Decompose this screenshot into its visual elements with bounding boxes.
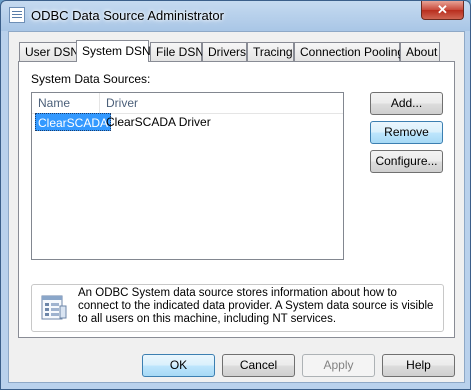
column-header-driver[interactable]: Driver (100, 93, 343, 113)
list-item[interactable]: ClearSCADA ClearSCADA Driver (32, 113, 343, 133)
configure-button[interactable]: Configure... (370, 150, 443, 173)
system-data-sources-label: System Data Sources: (31, 72, 151, 86)
database-info-icon (41, 295, 67, 320)
title-bar[interactable]: ODBC Data Source Administrator ✕ (1, 1, 470, 31)
info-box: An ODBC System data source stores inform… (31, 284, 444, 332)
close-button[interactable]: ✕ (421, 1, 464, 20)
tab-system-dsn[interactable]: System DSN (76, 40, 151, 62)
tab-drivers[interactable]: Drivers (202, 42, 247, 61)
remove-button[interactable]: Remove (370, 121, 443, 144)
cancel-button[interactable]: Cancel (222, 354, 295, 377)
help-button[interactable]: Help (382, 354, 455, 377)
ok-button[interactable]: OK (142, 354, 215, 377)
odbc-admin-window: ODBC Data Source Administrator ✕ User DS… (0, 0, 471, 390)
window-title: ODBC Data Source Administrator (31, 8, 224, 23)
system-dsn-panel: System Data Sources: Name Driver ClearSC… (18, 61, 455, 338)
tab-file-dsn[interactable]: File DSN (150, 42, 204, 61)
odbc-app-icon (9, 7, 25, 23)
add-button[interactable]: Add... (370, 92, 443, 115)
tab-connection-pooling[interactable]: Connection Pooling (294, 42, 404, 61)
row-name-cell[interactable]: ClearSCADA (35, 113, 112, 131)
info-description: An ODBC System data source stores inform… (78, 287, 434, 325)
tab-tracing[interactable]: Tracing (247, 42, 294, 61)
dialog-client-area: User DSN System DSN File DSN Drivers Tra… (8, 31, 465, 383)
tab-user-dsn[interactable]: User DSN (19, 42, 79, 61)
list-header: Name Driver (32, 93, 343, 114)
data-sources-list[interactable]: Name Driver ClearSCADA ClearSCADA Driver (31, 92, 344, 260)
column-header-name[interactable]: Name (32, 93, 100, 113)
apply-button[interactable]: Apply (302, 354, 375, 377)
tab-about[interactable]: About (400, 42, 440, 61)
row-driver-cell: ClearSCADA Driver (106, 115, 211, 129)
